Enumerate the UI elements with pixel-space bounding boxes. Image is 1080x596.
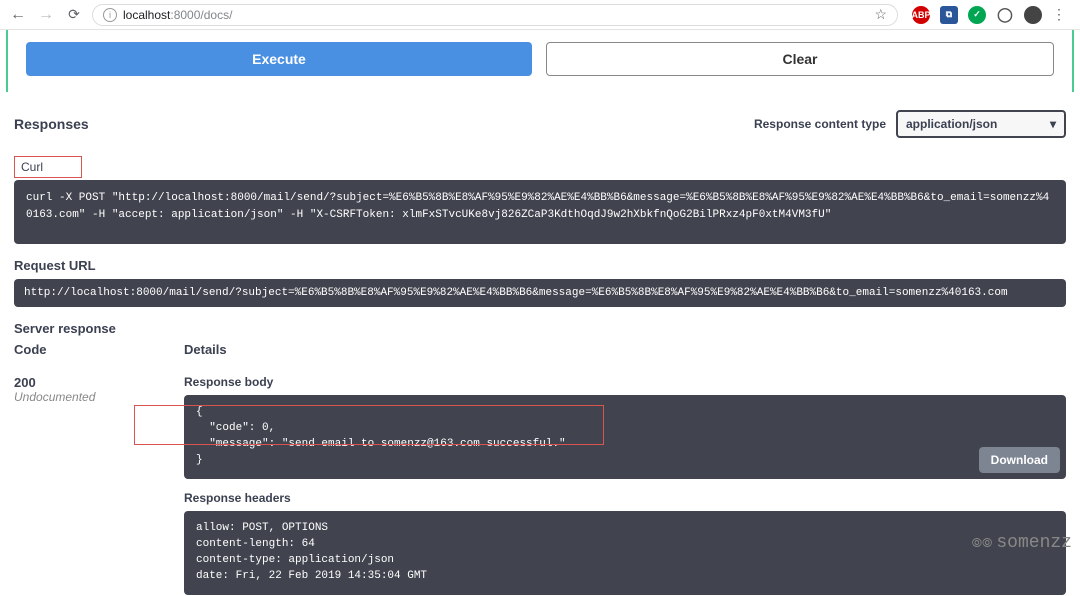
url-text: localhost:8000/docs/ <box>123 8 232 22</box>
reload-button[interactable]: ⟳ <box>64 6 84 23</box>
action-buttons-row: Execute Clear <box>8 30 1072 92</box>
responses-title: Responses <box>14 116 89 132</box>
extension-icon[interactable]: ⧉ <box>940 6 958 24</box>
download-button[interactable]: Download <box>979 447 1060 473</box>
server-response-label: Server response <box>14 321 1066 336</box>
extension-check-icon[interactable]: ✓ <box>968 6 986 24</box>
response-table-header: Code Details <box>14 342 1066 357</box>
response-body-wrap: { "code": 0, "message": "send email to s… <box>184 395 1066 479</box>
request-url-box: http://localhost:8000/mail/send/?subject… <box>14 279 1066 307</box>
adblock-icon[interactable]: ABP <box>912 6 930 24</box>
execute-button[interactable]: Execute <box>26 42 532 76</box>
response-body-box: { "code": 0, "message": "send email to s… <box>184 395 1066 479</box>
response-code-desc: Undocumented <box>14 390 184 404</box>
page-content: Execute Clear Responses Response content… <box>0 30 1080 595</box>
code-cell: 200 Undocumented <box>14 375 184 595</box>
content-type-select[interactable]: application/json <box>896 110 1066 138</box>
curl-command-box: curl -X POST "http://localhost:8000/mail… <box>14 180 1066 244</box>
response-row: 200 Undocumented Response body { "code":… <box>14 375 1066 595</box>
response-body-label: Response body <box>184 375 1066 389</box>
content-type-label: Response content type <box>754 117 886 131</box>
responses-header: Responses Response content type applicat… <box>0 100 1080 148</box>
back-button[interactable]: ← <box>8 6 28 24</box>
curl-section: Curl curl -X POST "http://localhost:8000… <box>0 148 1080 595</box>
content-type-wrap: Response content type application/json <box>754 110 1066 138</box>
address-bar[interactable]: i localhost:8000/docs/ ☆ <box>92 4 898 26</box>
bookmark-star-icon[interactable]: ☆ <box>874 6 887 23</box>
browser-menu-icon[interactable]: ⋮ <box>1052 6 1066 23</box>
forward-button[interactable]: → <box>36 6 56 24</box>
code-header: Code <box>14 342 184 357</box>
browser-toolbar: ← → ⟳ i localhost:8000/docs/ ☆ ABP ⧉ ✓ ◯… <box>0 0 1080 30</box>
details-header: Details <box>184 342 1066 357</box>
response-headers-label: Response headers <box>184 491 1066 505</box>
site-info-icon[interactable]: i <box>103 8 117 22</box>
shield-icon[interactable]: ◯ <box>996 6 1014 24</box>
extensions-area: ABP ⧉ ✓ ◯ ⋮ <box>906 6 1072 24</box>
profile-avatar-icon[interactable] <box>1024 6 1042 24</box>
details-cell: Response body { "code": 0, "message": "s… <box>184 375 1066 595</box>
operation-block: Execute Clear <box>6 30 1074 92</box>
response-headers-box: allow: POST, OPTIONS content-length: 64 … <box>184 511 1066 595</box>
clear-button[interactable]: Clear <box>546 42 1054 76</box>
response-code: 200 <box>14 375 184 390</box>
request-url-label: Request URL <box>14 258 1066 273</box>
curl-label: Curl <box>14 156 82 178</box>
